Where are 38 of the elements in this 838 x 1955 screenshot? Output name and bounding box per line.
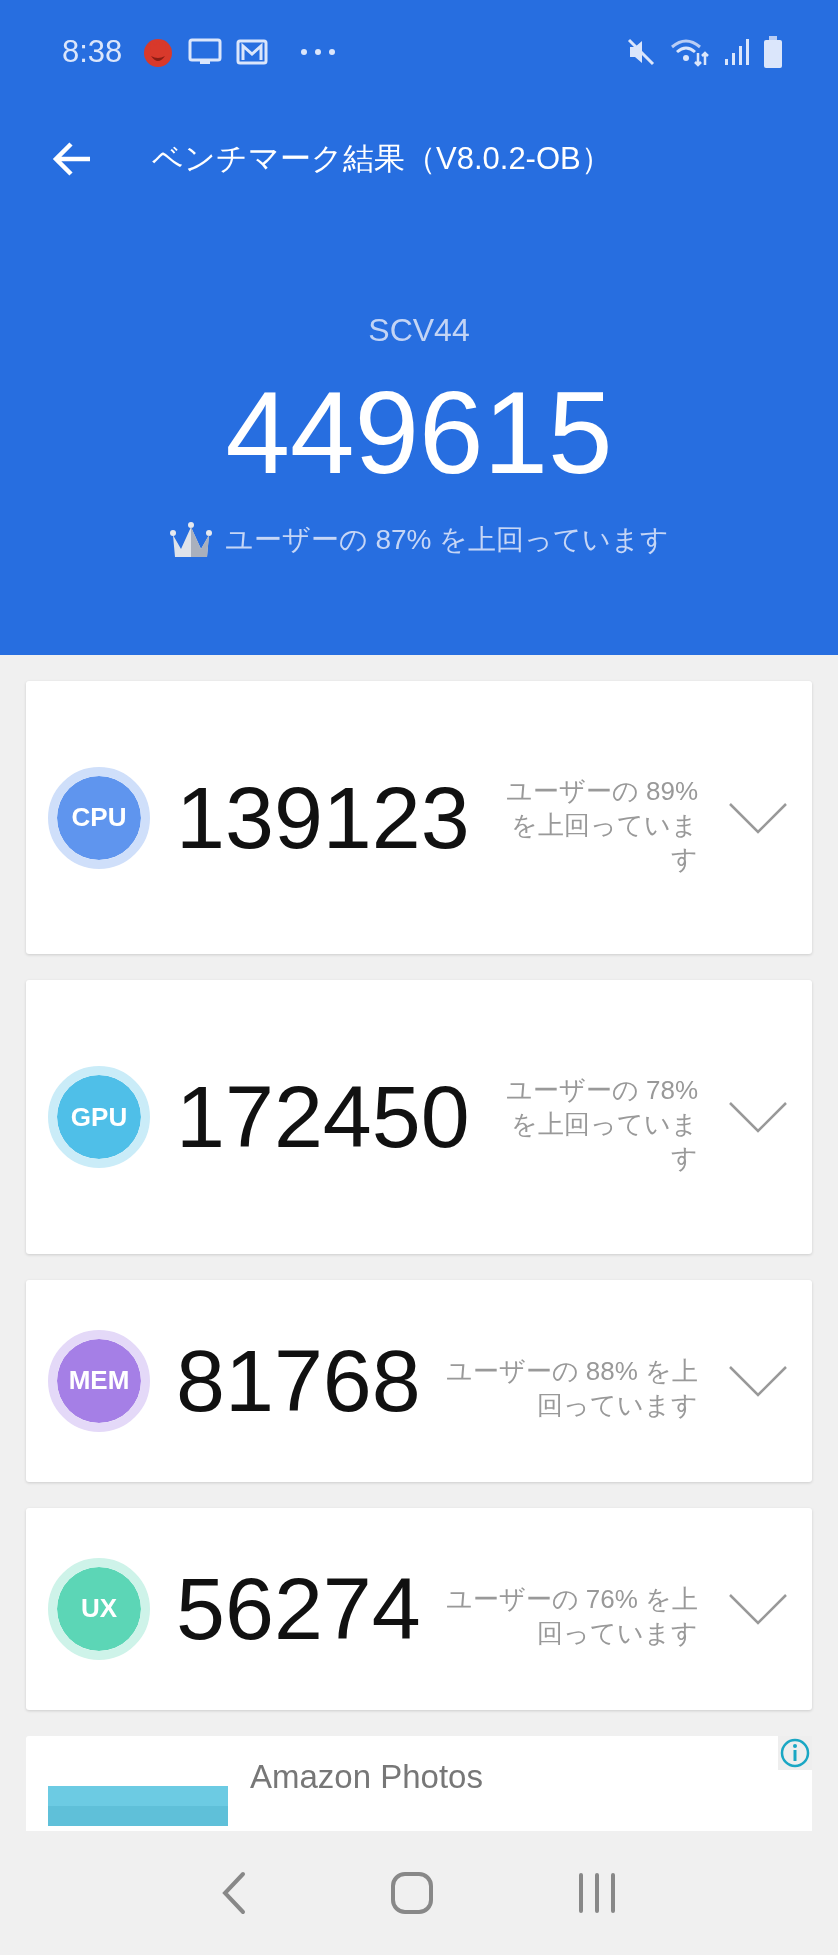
wifi-icon [670,37,710,67]
rank-text: ユーザーの 78% を上回っています [504,1074,698,1175]
category-badge: MEM [48,1329,150,1432]
signal-icon [724,37,750,67]
category-score: 172450 [176,1066,470,1169]
ad-title: Amazon Photos [250,1757,483,1796]
recent-apps-icon[interactable] [576,1872,617,1914]
more-icon [300,48,337,56]
rank-text: ユーザーの 89% を上回っています [504,775,698,876]
category-badge: UX [48,1557,150,1660]
app-notification-icon [142,36,175,68]
status-time: 8:38 [62,34,123,70]
total-score: 449615 [225,375,613,491]
score-card[interactable]: CPU 139123 ユーザーの 89% を上回っています [26,681,812,955]
ad-card[interactable]: Amazon Photos [26,1735,812,1831]
back-arrow-icon[interactable] [52,141,92,177]
rank-text: ユーザーの 76% を上回っています [444,1583,698,1650]
score-card[interactable]: GPU 172450 ユーザーの 78% を上回っています [26,980,812,1254]
category-score: 139123 [176,766,470,869]
battery-icon [764,36,782,68]
rank-text: ユーザーの 87% を上回っています [224,523,670,557]
chevron-icon[interactable] [728,801,788,834]
back-icon[interactable] [221,1871,248,1915]
category-score: 56274 [176,1557,421,1660]
home-icon[interactable] [390,1871,434,1915]
mail-icon [236,38,269,66]
category-badge: CPU [48,766,150,869]
device-name: SCV44 [368,312,470,349]
category-score: 81768 [176,1329,421,1432]
monitor-icon [188,37,223,67]
crown-icon [168,521,213,559]
page-title: ベンチマーク結果（V8.0.2-OB） [152,140,612,178]
category-badge: GPU [48,1066,150,1169]
chevron-icon[interactable] [728,1592,788,1625]
chevron-icon[interactable] [728,1101,788,1134]
mute-icon [626,37,656,67]
rank-text: ユーザーの 88% を上回っています [444,1355,698,1422]
chevron-icon[interactable] [728,1364,788,1397]
